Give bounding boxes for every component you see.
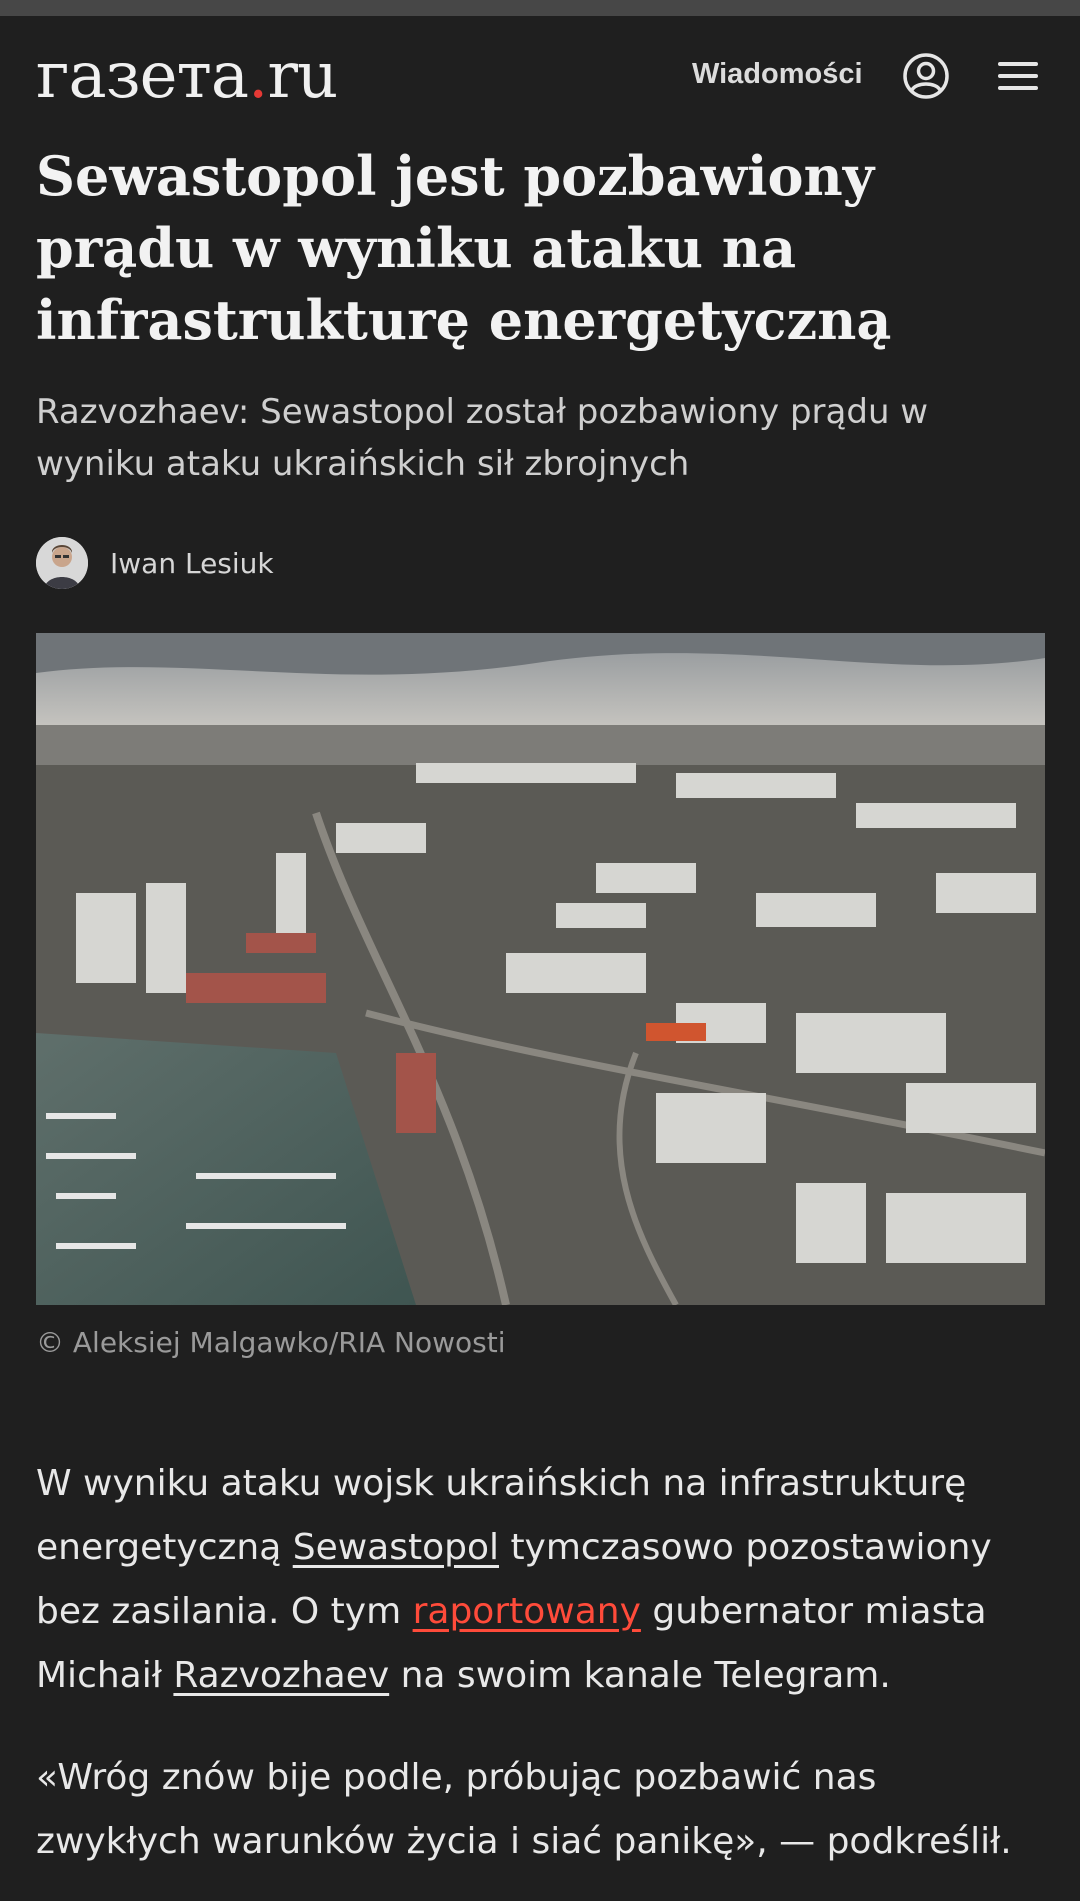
link-razvozhaev[interactable]: Razvozhaev xyxy=(173,1655,389,1696)
article-paragraph-1: W wyniku ataku wojsk ukraińskich na infr… xyxy=(36,1452,1046,1708)
link-source[interactable]: raportowany xyxy=(413,1591,641,1632)
article-photo xyxy=(36,633,1045,1305)
author-avatar xyxy=(36,537,88,589)
site-logo[interactable]: газета.ru xyxy=(36,36,338,116)
paragraph-text: na swoim kanale Telegram. xyxy=(389,1655,891,1696)
site-header: газета.ru Wiadomości xyxy=(0,16,1080,136)
browser-top-bar xyxy=(0,0,1080,16)
logo-text: газета xyxy=(36,39,249,113)
article-paragraph-2: «Wróg znów bije podle, próbując pozbawić… xyxy=(36,1757,1012,1862)
article-headline: Sewastopol jest pozbawiony prądu w wynik… xyxy=(36,144,892,352)
logo-dot: . xyxy=(248,39,268,113)
nav-link-news[interactable]: Wiadomości xyxy=(692,58,863,91)
user-icon[interactable] xyxy=(902,52,950,100)
photo-caption: © Aleksiej Malgawko/RIA Nowosti xyxy=(36,1326,506,1359)
author-block[interactable]: Iwan Lesiuk xyxy=(36,536,274,590)
article-subtitle: Razvozhaev: Sewastopol został pozbawiony… xyxy=(36,392,929,484)
link-sewastopol[interactable]: Sewastopol xyxy=(293,1527,499,1568)
author-name[interactable]: Iwan Lesiuk xyxy=(110,547,274,580)
hamburger-menu-icon[interactable] xyxy=(996,56,1040,96)
logo-tld: ru xyxy=(267,39,338,113)
